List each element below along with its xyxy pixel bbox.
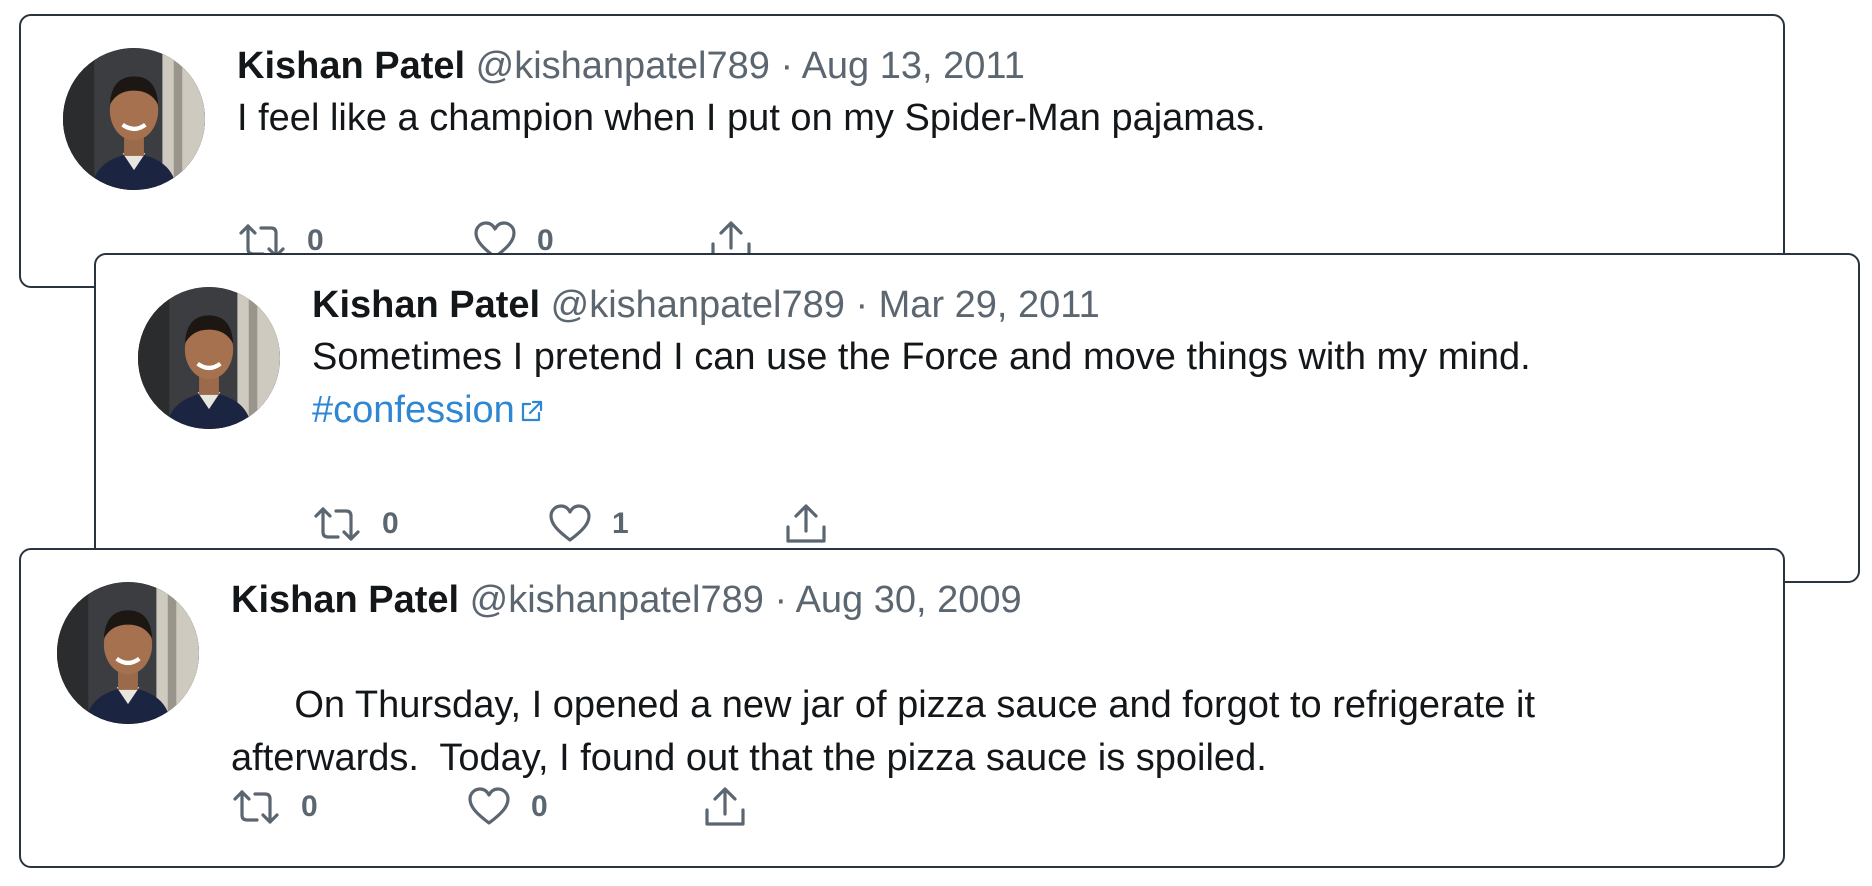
author-name[interactable]: Kishan Patel: [312, 284, 540, 326]
retweet-icon: [231, 787, 281, 827]
tweet-actions: 0 0: [231, 782, 747, 832]
separator: ·: [855, 284, 869, 326]
author-handle[interactable]: @kishanpatel789: [551, 284, 845, 326]
retweet-button[interactable]: 0: [231, 787, 467, 827]
share-icon: [784, 503, 828, 545]
hashtag-text: #confession: [312, 389, 515, 431]
tweet-card[interactable]: Kishan Patel @kishanpatel789 · Mar 29, 2…: [94, 253, 1860, 583]
tweet-text: Sometimes I pretend I can use the Force …: [312, 331, 1798, 439]
tweet-content: Kishan Patel @kishanpatel789 · Aug 13, 2…: [237, 40, 1723, 145]
avatar[interactable]: [57, 582, 199, 724]
like-button[interactable]: 1: [548, 504, 784, 544]
share-button[interactable]: [784, 503, 828, 545]
external-link-icon: [519, 386, 545, 439]
author-name[interactable]: Kishan Patel: [231, 579, 459, 621]
like-button[interactable]: 0: [467, 787, 703, 827]
avatar[interactable]: [138, 287, 280, 429]
tweet-text-body: Sometimes I pretend I can use the Force …: [312, 336, 1531, 378]
retweet-count: 0: [382, 507, 399, 540]
avatar[interactable]: [63, 48, 205, 190]
author-name[interactable]: Kishan Patel: [237, 45, 465, 87]
tweet-date[interactable]: Aug 13, 2011: [802, 45, 1025, 87]
tweet-actions: 0 1: [312, 499, 828, 549]
tweet-header: Kishan Patel @kishanpatel789 · Aug 30, 2…: [231, 574, 1723, 626]
tweet-date[interactable]: Aug 30, 2009: [796, 579, 1022, 621]
tweet-header: Kishan Patel @kishanpatel789 · Mar 29, 2…: [312, 279, 1798, 331]
avatar-photo: [57, 582, 199, 724]
retweet-button[interactable]: 0: [312, 504, 548, 544]
share-button[interactable]: [703, 786, 747, 828]
share-icon: [703, 786, 747, 828]
author-handle[interactable]: @kishanpatel789: [470, 579, 764, 621]
tweet-date[interactable]: Mar 29, 2011: [879, 284, 1100, 326]
separator: ·: [780, 45, 794, 87]
retweet-count: 0: [301, 790, 318, 823]
tweet-card[interactable]: Kishan Patel @kishanpatel789 · Aug 13, 2…: [19, 14, 1785, 288]
retweet-icon: [312, 504, 362, 544]
tweet-content: Kishan Patel @kishanpatel789 · Mar 29, 2…: [312, 279, 1798, 439]
separator: ·: [774, 579, 788, 621]
heart-icon: [548, 504, 592, 544]
tweet-text-body: I feel like a champion when I put on my …: [237, 97, 1266, 139]
avatar-photo: [138, 287, 280, 429]
tweet-text-body: On Thursday, I opened a new jar of pizza…: [231, 684, 1546, 779]
like-count: 1: [612, 507, 629, 540]
like-count: 0: [531, 790, 548, 823]
author-handle[interactable]: @kishanpatel789: [476, 45, 770, 87]
avatar-photo: [63, 48, 205, 190]
hashtag-link[interactable]: #confession: [312, 389, 545, 431]
tweet-text: I feel like a champion when I put on my …: [237, 92, 1723, 145]
heart-icon: [467, 787, 511, 827]
tweet-card[interactable]: Kishan Patel @kishanpatel789 · Aug 30, 2…: [19, 548, 1785, 868]
tweet-header: Kishan Patel @kishanpatel789 · Aug 13, 2…: [237, 40, 1723, 92]
